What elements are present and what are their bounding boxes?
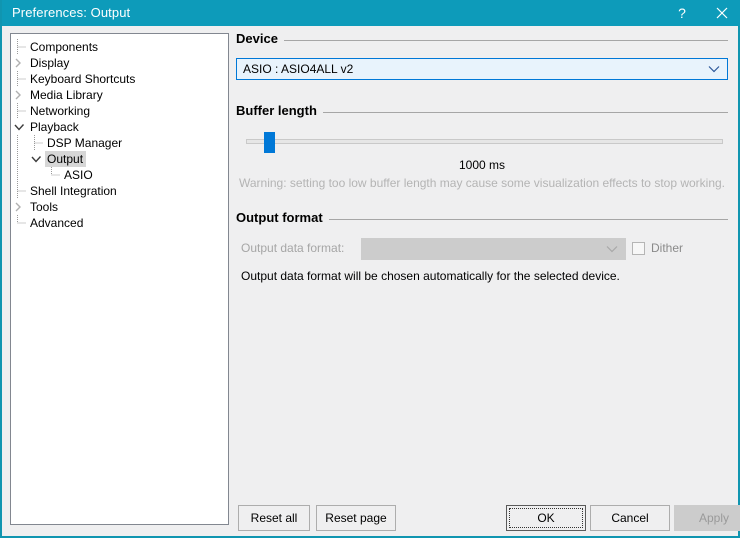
device-dropdown[interactable]: ASIO : ASIO4ALL v2 [236, 58, 728, 80]
tree-item-label: Advanced [30, 216, 84, 230]
buffer-section-header: Buffer length [236, 102, 728, 122]
cancel-button[interactable]: Cancel [590, 505, 670, 531]
chevron-right-icon[interactable] [11, 199, 28, 215]
buffer-length-warning: Warning: setting too low buffer length m… [238, 176, 726, 190]
tree-guide [28, 167, 45, 183]
ok-button[interactable]: OK [506, 505, 586, 531]
tree-item-label: Playback [30, 120, 79, 134]
title-bar: Preferences: Output ? [2, 0, 740, 26]
tree-guide [11, 167, 28, 183]
tree-item-label: ASIO [64, 168, 93, 182]
tree-item-label: Media Library [30, 88, 103, 102]
settings-tree[interactable]: Components Display Keyboard Shortcuts Media… [10, 33, 229, 525]
tree-connector [11, 71, 28, 87]
chevron-right-icon[interactable] [11, 87, 28, 103]
tree-item-label: Output [45, 151, 87, 167]
preferences-window: Preferences: Output ? Components Display K… [0, 0, 740, 538]
help-icon[interactable]: ? [664, 0, 700, 26]
reset-all-button[interactable]: Reset all [238, 505, 310, 531]
chevron-down-icon [606, 239, 618, 259]
tree-connector [11, 103, 28, 119]
tree-item-label: Keyboard Shortcuts [30, 72, 136, 86]
device-section-title: Device [236, 30, 284, 48]
tree-connector [11, 183, 28, 199]
buffer-length-value: 1000 ms [458, 158, 506, 172]
device-section-header: Device [236, 30, 728, 50]
device-dropdown-value: ASIO : ASIO4ALL v2 [243, 62, 354, 76]
close-icon[interactable] [704, 0, 740, 26]
tree-item-label: DSP Manager [47, 136, 123, 150]
output-format-note: Output data format will be chosen automa… [241, 269, 620, 283]
output-data-format-row: Output data format: Dither [236, 238, 728, 260]
slider-track[interactable] [246, 139, 723, 144]
tree-connector [11, 39, 28, 55]
tree-item-label: Components [30, 40, 99, 54]
tree-guide [11, 135, 28, 151]
tree-item-playback[interactable]: Playback [11, 119, 228, 135]
tree-guide [11, 151, 28, 167]
tree-item-display[interactable]: Display [11, 55, 228, 71]
output-data-format-dropdown [361, 238, 626, 260]
ok-button-label: OK [537, 511, 555, 525]
buffer-section-title: Buffer length [236, 102, 323, 120]
tree-item-media-library[interactable]: Media Library [11, 87, 228, 103]
dialog-button-bar: Reset all Reset page OK Cancel Apply [236, 505, 740, 531]
section-divider [236, 40, 728, 41]
tree-item-label: Shell Integration [30, 184, 117, 198]
tree-item-shell-integration[interactable]: Shell Integration [11, 183, 228, 199]
output-format-section-title: Output format [236, 209, 329, 227]
tree-item-keyboard-shortcuts[interactable]: Keyboard Shortcuts [11, 71, 228, 87]
settings-content: Device ASIO : ASIO4ALL v2 Buffer length … [236, 30, 728, 284]
tree-connector [28, 135, 45, 151]
tree-item-advanced[interactable]: Advanced [11, 215, 228, 231]
output-format-section-header: Output format [236, 209, 728, 229]
tree-item-asio[interactable]: ASIO [11, 167, 228, 183]
tree-connector [11, 215, 28, 231]
tree-item-tools[interactable]: Tools [11, 199, 228, 215]
tree-item-label: Tools [30, 200, 59, 214]
slider-thumb[interactable] [264, 132, 275, 153]
tree-item-label: Display [30, 56, 70, 70]
tree-item-label: Networking [30, 104, 91, 118]
dither-checkbox-group: Dither [632, 240, 683, 256]
chevron-right-icon[interactable] [11, 55, 28, 71]
tree-item-output[interactable]: Output [11, 151, 228, 167]
apply-button: Apply [674, 505, 740, 531]
tree-item-components[interactable]: Components [11, 39, 228, 55]
buffer-length-slider[interactable] [236, 128, 728, 154]
dither-label: Dither [651, 241, 684, 255]
tree-item-networking[interactable]: Networking [11, 103, 228, 119]
dither-checkbox [632, 241, 645, 255]
tree-item-dsp-manager[interactable]: DSP Manager [11, 135, 228, 151]
chevron-down-icon[interactable] [11, 119, 28, 135]
chevron-down-icon[interactable] [28, 151, 45, 167]
tree-connector [45, 167, 62, 183]
reset-page-button[interactable]: Reset page [316, 505, 396, 531]
chevron-down-icon [708, 59, 720, 79]
output-data-format-label: Output data format: [241, 241, 345, 255]
window-title: Preferences: Output [12, 5, 131, 20]
